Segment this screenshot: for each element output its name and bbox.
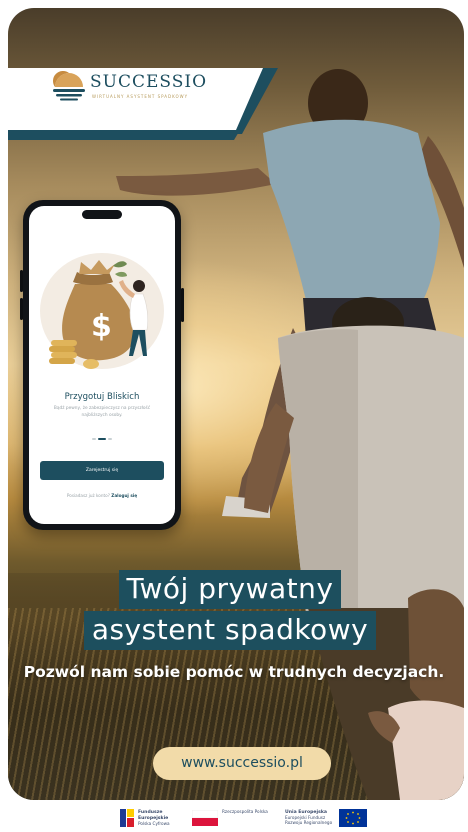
carousel-dots <box>92 438 112 440</box>
fe-flag-icon <box>120 809 134 827</box>
fe-logo: Fundusze Europejskie Polska Cyfrowa <box>120 809 190 829</box>
carousel-dot-active <box>98 438 106 440</box>
phone-power-button <box>181 288 184 322</box>
funding-logos: Fundusze Europejskie Polska Cyfrowa Rzecz… <box>0 806 468 830</box>
website-link[interactable]: www.successio.pl <box>153 747 331 780</box>
ue-logo: Unia Europejska Europejski Fundusz Rozwoj… <box>285 809 375 829</box>
login-prompt-text: Posiadasz już konto? <box>66 493 110 498</box>
register-button[interactable]: Zarejestruj się <box>40 461 164 480</box>
successio-logo[interactable]: SUCCESSIO WIRTUALNY ASYSTENT SPADKOWY <box>52 67 232 111</box>
poster: SUCCESSIO WIRTUALNY ASYSTENT SPADKOWY $ <box>0 0 468 832</box>
carousel-dot <box>108 438 112 440</box>
login-link[interactable]: Zaloguj się <box>111 493 137 498</box>
headline-line-2-wrap: asystent spadkowy <box>65 611 395 650</box>
phone-volume-button <box>20 270 23 292</box>
carousel-dot <box>92 438 96 440</box>
sunset-logo-icon <box>53 71 85 101</box>
phone-mockup: $ Przygotuj Bliskich Bądź pewny, że zabe… <box>20 200 184 530</box>
polish-flag-icon <box>192 810 218 826</box>
rp-title: Rzeczpospolita Polska <box>222 809 268 814</box>
money-bag-illustration: $ <box>40 253 164 369</box>
app-body-text: Bądź pewny, że zabezpieczysz na przyszło… <box>53 406 151 418</box>
headline-line-2: asystent spadkowy <box>83 611 377 650</box>
eu-flag-icon <box>339 809 367 827</box>
fe-sub: Polska Cyfrowa <box>138 821 170 826</box>
phone-volume-button <box>20 298 23 320</box>
ue-sub: Europejski Fundusz Rozwoju Regionalnego <box>285 815 333 825</box>
logo-name: SUCCESSIO <box>90 72 208 92</box>
fe-text: Fundusze Europejskie Polska Cyfrowa <box>138 809 190 826</box>
app-screen: $ Przygotuj Bliskich Bądź pewny, że zabe… <box>29 206 175 524</box>
fe-title: Fundusze Europejskie <box>138 810 169 821</box>
headline-line-1: Twój prywatny <box>118 570 342 609</box>
logo-tagline: WIRTUALNY ASYSTENT SPADKOWY <box>92 94 189 99</box>
ue-text: Unia Europejska Europejski Fundusz Rozwoj… <box>285 809 337 825</box>
svg-text:$: $ <box>91 309 112 344</box>
headline-line-1-wrap: Twój prywatny <box>65 570 395 609</box>
app-heading: Przygotuj Bliskich <box>64 392 140 402</box>
subheadline: Pozwól nam sobie pomóc w trudnych decyzj… <box>23 663 445 681</box>
rp-logo: Rzeczpospolita Polska <box>192 809 282 829</box>
login-prompt: Posiadasz już konto? Zaloguj się <box>29 493 175 498</box>
phone-notch <box>82 210 122 219</box>
